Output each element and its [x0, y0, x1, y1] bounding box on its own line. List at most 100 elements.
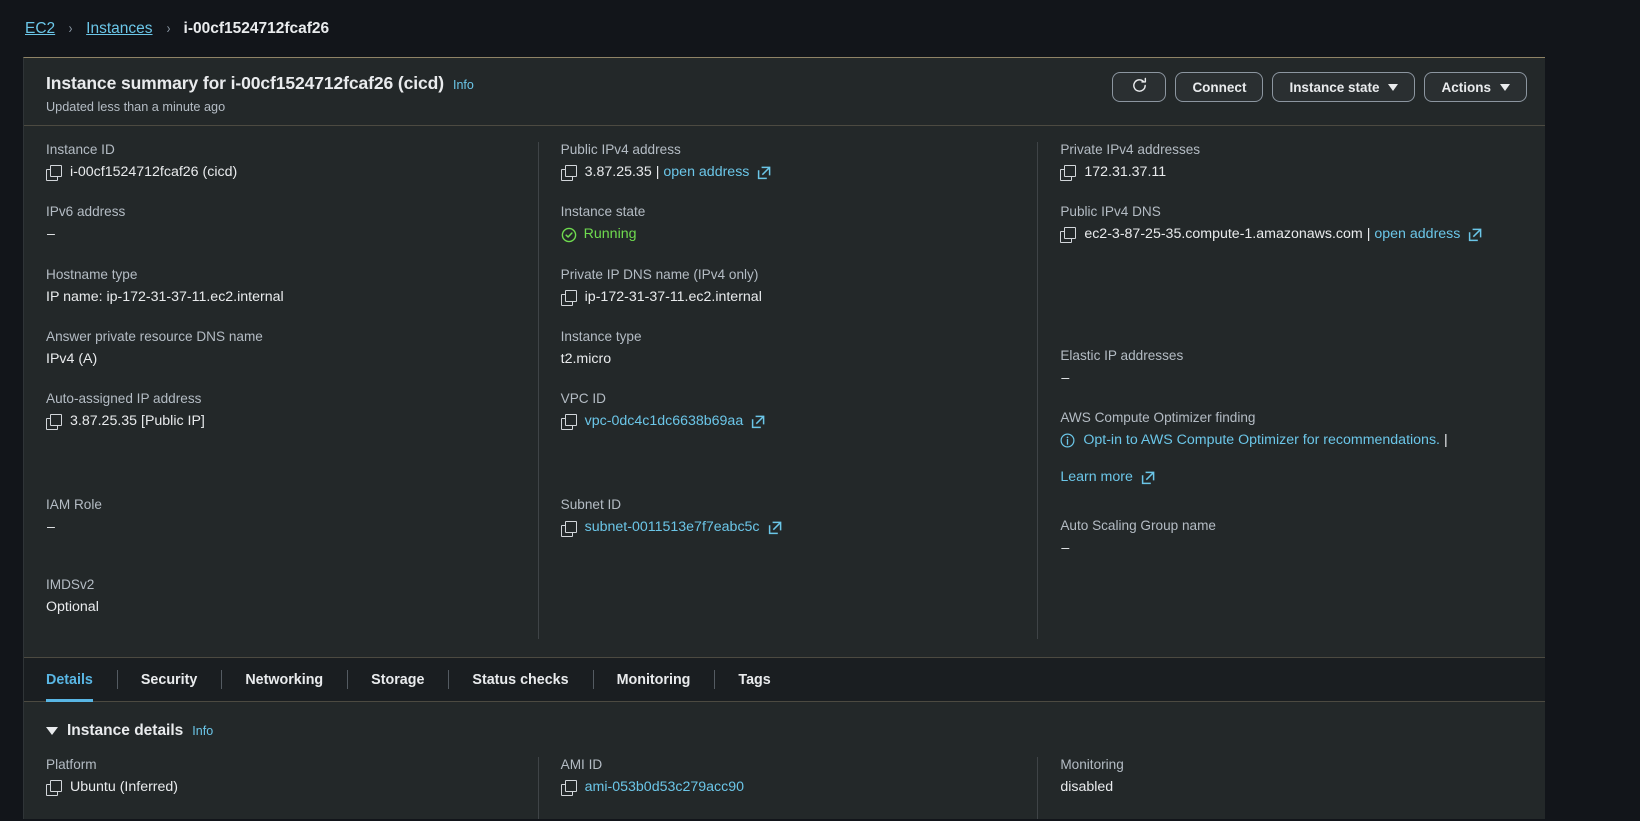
copy-icon[interactable]: [46, 165, 62, 182]
field-instance-id: Instance ID i-00cf1524712fcaf26 (cicd): [46, 142, 516, 183]
external-link-icon[interactable]: [751, 415, 765, 429]
external-link-icon[interactable]: [757, 166, 771, 180]
open-address-link[interactable]: open address: [1374, 224, 1460, 245]
chevron-down-icon: [1388, 83, 1399, 91]
external-link-icon[interactable]: [1141, 471, 1155, 485]
field-value: subnet-0011513e7f7eabc5c: [560, 517, 1016, 538]
copy-icon[interactable]: [1060, 165, 1077, 182]
check-circle-icon: [561, 227, 577, 243]
summary-column-2: Public IPv4 address 3.87.25.35 | open ad…: [537, 142, 1038, 640]
breadcrumb-item-current: i-00cf1524712fcaf26: [183, 19, 330, 37]
field-elastic-ip-addresses: Elastic IP addresses –: [1060, 348, 1523, 389]
field-label: IAM Role: [46, 497, 102, 513]
breadcrumb-item-ec2[interactable]: EC2: [25, 20, 55, 38]
field-hostname-type: Hostname type IP name: ip-172-31-37-11.e…: [46, 267, 516, 308]
copy-icon[interactable]: [46, 414, 62, 431]
refresh-icon: [1131, 77, 1148, 97]
instance-state-button[interactable]: Instance state: [1272, 72, 1416, 102]
tab-bar: Details Security Networking Storage Stat…: [24, 657, 1545, 703]
tab-details[interactable]: Details: [46, 658, 117, 703]
field-label: AWS Compute Optimizer finding: [1060, 409, 1256, 425]
header-left: Instance summary for i-00cf1524712fcaf26…: [46, 71, 474, 114]
instance-summary-card: Instance summary for i-00cf1524712fcaf26…: [23, 57, 1545, 820]
field-label: Monitoring: [1060, 757, 1124, 773]
subnet-link[interactable]: subnet-0011513e7f7eabc5c: [585, 517, 760, 538]
field-value: –: [1061, 369, 1070, 386]
instance-details-header[interactable]: Instance details Info: [24, 722, 1545, 757]
breadcrumb-item-instances[interactable]: Instances: [86, 20, 152, 38]
field-answer-private-resource-dns-name: Answer private resource DNS name IPv4 (A…: [46, 329, 516, 370]
details-column-1: Platform Ubuntu (Inferred): [24, 757, 538, 819]
field-label: Instance state: [560, 204, 646, 220]
value-text: ip-172-31-37-11.ec2.internal: [584, 288, 762, 305]
field-value: ip-172-31-37-11.ec2.internal: [560, 287, 1016, 308]
breadcrumb: EC2 › Instances › i-00cf1524712fcaf26: [0, 0, 1640, 57]
summary-column-3: Private IPv4 addresses 172.31.37.11 Publ…: [1037, 142, 1545, 640]
external-link-icon[interactable]: [768, 521, 782, 535]
field-public-ipv4-address: Public IPv4 address 3.87.25.35 | open ad…: [560, 142, 1016, 183]
value-text: Ubuntu (Inferred): [70, 779, 179, 796]
summary-grid: Instance ID i-00cf1524712fcaf26 (cicd) I…: [24, 126, 1545, 657]
field-monitoring: Monitoring disabled: [1060, 757, 1523, 798]
field-value: disabled: [1060, 779, 1114, 796]
tab-status-checks[interactable]: Status checks: [448, 658, 592, 701]
field-label: VPC ID: [560, 391, 606, 407]
compute-optimizer-optin-link[interactable]: Opt-in to AWS Compute Optimizer for reco…: [1083, 430, 1440, 451]
open-address-link[interactable]: open address: [663, 162, 749, 183]
connect-button[interactable]: Connect: [1175, 72, 1264, 102]
field-label: Private IPv4 addresses: [1060, 142, 1201, 157]
tab-security[interactable]: Security: [116, 658, 221, 701]
value-text: 172.31.37.11: [1084, 164, 1167, 180]
field-label: IMDSv2: [46, 576, 95, 592]
field-value: IPv4 (A): [46, 350, 98, 367]
copy-icon[interactable]: [560, 289, 577, 306]
field-private-ipv4-addresses: Private IPv4 addresses 172.31.37.11: [1060, 142, 1523, 183]
field-value: 3.87.25.35 | open address: [560, 162, 1016, 183]
field-label: Instance ID: [46, 142, 115, 157]
last-updated-text: Updated less than a minute ago: [46, 100, 226, 114]
summary-column-1: Instance ID i-00cf1524712fcaf26 (cicd) I…: [24, 142, 538, 639]
vpc-link[interactable]: vpc-0dc4c1dc6638b69aa: [585, 411, 744, 432]
actions-button[interactable]: Actions: [1424, 72, 1527, 102]
tab-tags[interactable]: Tags: [714, 658, 794, 701]
copy-icon[interactable]: [46, 780, 62, 797]
field-value: Running: [561, 224, 1016, 245]
status-label: Running: [583, 226, 637, 243]
actions-label: Actions: [1441, 79, 1491, 95]
pipe-separator: |: [1366, 226, 1371, 243]
field-platform: Platform Ubuntu (Inferred): [46, 757, 516, 798]
copy-icon[interactable]: [560, 520, 577, 537]
copy-icon[interactable]: [560, 414, 577, 431]
tab-monitoring[interactable]: Monitoring: [592, 658, 715, 701]
field-label: Public IPv4 address: [560, 142, 681, 157]
field-value: 172.31.37.11: [1060, 162, 1523, 183]
ami-link[interactable]: ami-053b0d53c279acc90: [585, 777, 744, 798]
card-header: Instance summary for i-00cf1524712fcaf26…: [24, 58, 1545, 126]
field-label: AMI ID: [560, 757, 603, 773]
breadcrumb-separator-icon: ›: [166, 20, 170, 37]
refresh-button[interactable]: [1112, 72, 1167, 102]
chevron-down-icon[interactable]: [46, 727, 58, 736]
copy-icon[interactable]: [1060, 227, 1077, 244]
learn-more-link[interactable]: Learn more: [1060, 467, 1133, 488]
field-value: ami-053b0d53c279acc90: [560, 777, 1016, 798]
copy-icon[interactable]: [560, 780, 577, 797]
value-text: 3.87.25.35: [584, 164, 652, 180]
pipe-separator: |: [655, 164, 660, 180]
field-label: Hostname type: [46, 266, 138, 282]
instance-details-info-link[interactable]: Info: [192, 724, 213, 738]
field-label: Instance type: [560, 328, 642, 344]
field-label: Platform: [46, 757, 97, 773]
tab-storage[interactable]: Storage: [347, 658, 448, 701]
details-column-2: AMI ID ami-053b0d53c279acc90: [537, 757, 1038, 820]
field-instance-state: Instance state Running: [561, 204, 1016, 245]
external-link-icon[interactable]: [1468, 228, 1482, 242]
value-text: ec2-3-87-25-35.compute-1.amazonaws.com: [1084, 226, 1363, 243]
tab-networking[interactable]: Networking: [221, 658, 347, 701]
page-title: Instance summary for i-00cf1524712fcaf26…: [46, 73, 444, 93]
field-compute-optimizer-finding: AWS Compute Optimizer finding Opt-in to …: [1060, 410, 1523, 489]
header-actions: Connect Instance state Actions: [1112, 71, 1527, 102]
field-label: Elastic IP addresses: [1060, 347, 1184, 363]
copy-icon[interactable]: [560, 165, 577, 182]
header-info-link[interactable]: Info: [453, 78, 474, 92]
